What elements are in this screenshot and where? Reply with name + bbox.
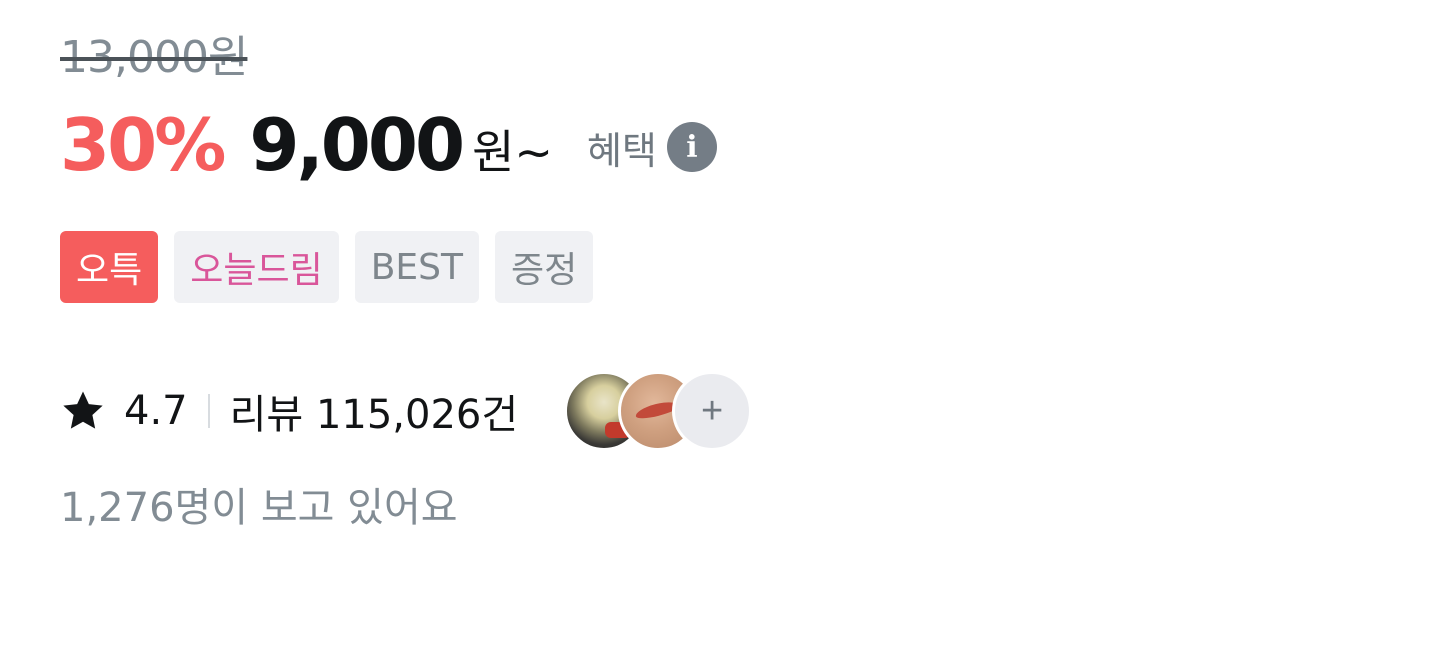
badge-gift: 증정 bbox=[495, 231, 594, 303]
more-photos-button[interactable]: + bbox=[672, 371, 753, 451]
rating-row: 4.7 리뷰 115,026건 + bbox=[60, 368, 753, 454]
benefit-label: 혜택 bbox=[586, 128, 657, 173]
star-icon bbox=[63, 391, 103, 429]
info-icon[interactable]: i bbox=[666, 122, 717, 172]
review-count-link[interactable]: 리뷰 115,026건 bbox=[230, 382, 519, 440]
original-price: 13,000원 bbox=[60, 32, 248, 83]
currency-suffix: 원~ bbox=[472, 125, 553, 179]
benefit-button[interactable]: 혜택 i bbox=[587, 120, 717, 175]
badge-best: BEST bbox=[354, 231, 480, 303]
divider bbox=[207, 394, 210, 428]
sale-price: 9,000 bbox=[249, 103, 465, 187]
review-photo-list: + bbox=[564, 371, 753, 451]
badge-today-delivery: 오늘드림 bbox=[174, 231, 339, 303]
badge-list: 오특 오늘드림 BEST 증정 bbox=[60, 231, 594, 303]
product-price-summary: 13,000원 30% 9,000 원~ 혜택 i 오특 오늘드림 BEST 증… bbox=[0, 0, 1439, 654]
price-row: 30% 9,000 원~ 혜택 i bbox=[60, 100, 717, 190]
rating-score: 4.7 bbox=[124, 388, 188, 434]
discount-rate: 30% bbox=[60, 103, 226, 187]
badge-special-deal: 오특 bbox=[60, 231, 159, 303]
viewer-count: 1,276명이 보고 있어요 bbox=[60, 485, 458, 531]
